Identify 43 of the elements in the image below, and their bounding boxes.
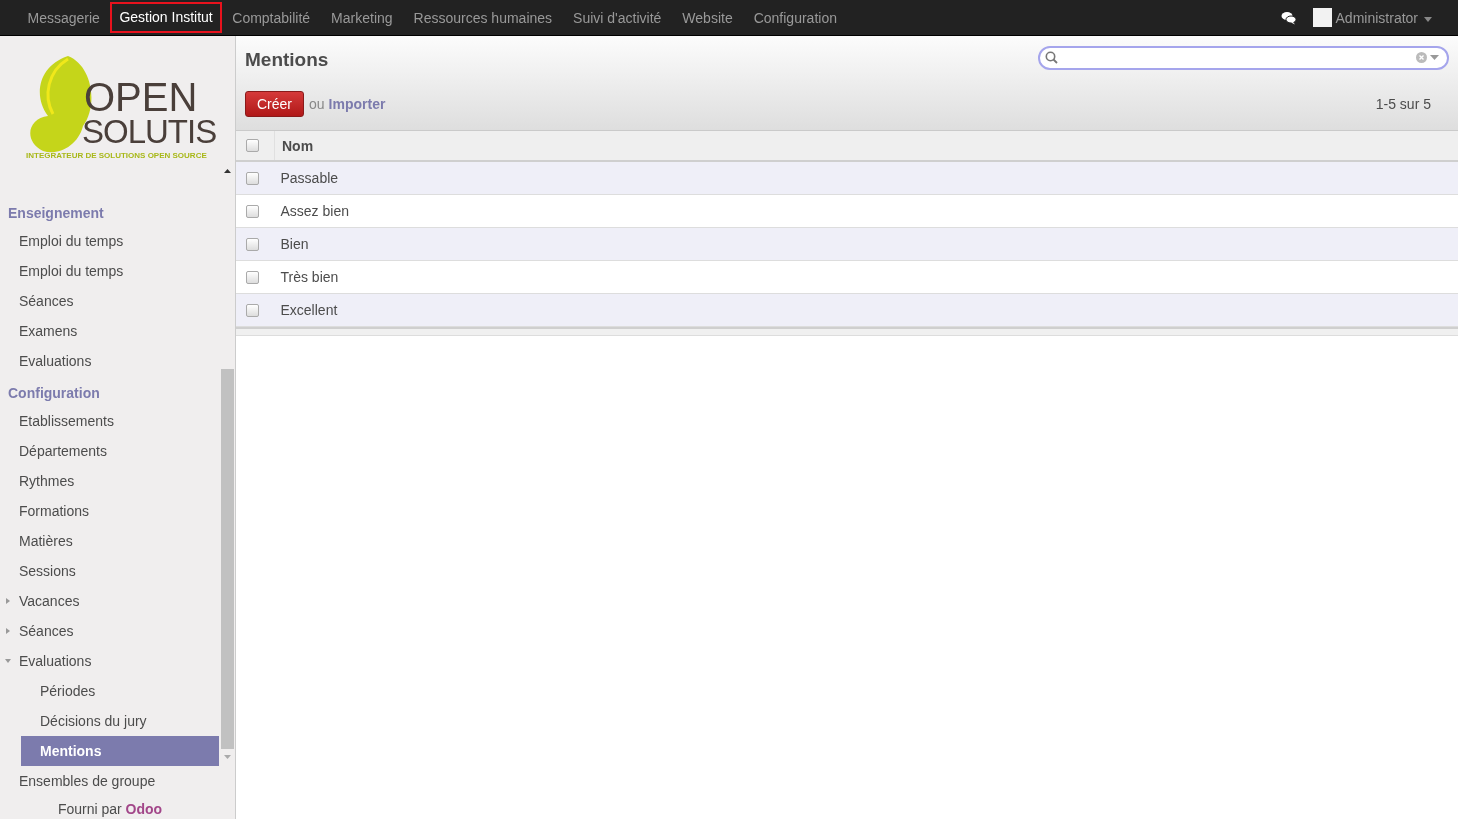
sidebar-section-title: Configuration: [7, 384, 101, 403]
table-cell: Assez bien: [274, 194, 1458, 228]
sidebar-item[interactable]: Départements: [0, 436, 219, 466]
create-button[interactable]: Créer: [245, 91, 304, 117]
sidebar-item[interactable]: Ensembles de groupe: [0, 766, 219, 796]
top-menu-item[interactable]: Marketing: [320, 1, 404, 34]
sidebar-item[interactable]: Sessions: [0, 556, 219, 586]
sidebar-item[interactable]: Décisions du jury: [0, 706, 219, 736]
sidebar-item[interactable]: Etablissements: [0, 406, 219, 436]
sidebar-item[interactable]: Matières: [0, 526, 219, 556]
sidebar-item[interactable]: Emploi du temps: [0, 226, 219, 256]
top-menu-item[interactable]: Ressources humaines: [403, 1, 563, 34]
logo-text: SOLUTIS: [82, 115, 217, 149]
table-cell: Passable: [274, 161, 1458, 195]
top-menu-item[interactable]: Gestion Institut: [110, 2, 222, 33]
top-menu-item[interactable]: Comptabilité: [221, 1, 321, 34]
table-cell: Bien: [274, 227, 1458, 261]
sidebar-item[interactable]: Rythmes: [0, 466, 219, 496]
footer-text: Fourni par: [57, 801, 122, 817]
view-title: Mentions: [245, 49, 329, 71]
pager-text: 1-5 sur 5: [1375, 96, 1431, 112]
user-menu[interactable]: Administrator: [1335, 9, 1418, 26]
top-menu-item[interactable]: Suivi d'activité: [562, 1, 672, 34]
sidebar-item[interactable]: Formations: [0, 496, 219, 526]
sidebar-section-title: Enseignement: [7, 204, 105, 223]
top-menu-item[interactable]: Messagerie: [17, 1, 111, 34]
column-header[interactable]: Nom: [274, 131, 1458, 161]
sidebar-item[interactable]: Evaluations: [0, 346, 219, 376]
table-cell: Très bien: [274, 260, 1458, 294]
table-cell: Excellent: [274, 293, 1458, 327]
sidebar-item[interactable]: Séances: [0, 286, 219, 316]
sidebar-item[interactable]: Séances: [0, 616, 219, 646]
top-menu-item[interactable]: Website: [671, 1, 744, 34]
odoo-link[interactable]: Odoo: [125, 801, 163, 817]
sidebar-item[interactable]: Evaluations: [0, 646, 219, 676]
sidebar-item[interactable]: Mentions: [21, 736, 219, 766]
logo-tagline: INTEGRATEUR DE SOLUTIONS OPEN SOURCE: [26, 151, 208, 160]
or-text: ou: [309, 96, 325, 112]
sidebar-item[interactable]: Emploi du temps: [0, 256, 219, 286]
sidebar-item[interactable]: Périodes: [0, 676, 219, 706]
top-menu-item[interactable]: Configuration: [743, 1, 848, 34]
sidebar-item[interactable]: Examens: [0, 316, 219, 346]
sidebar-item[interactable]: Vacances: [0, 586, 219, 616]
